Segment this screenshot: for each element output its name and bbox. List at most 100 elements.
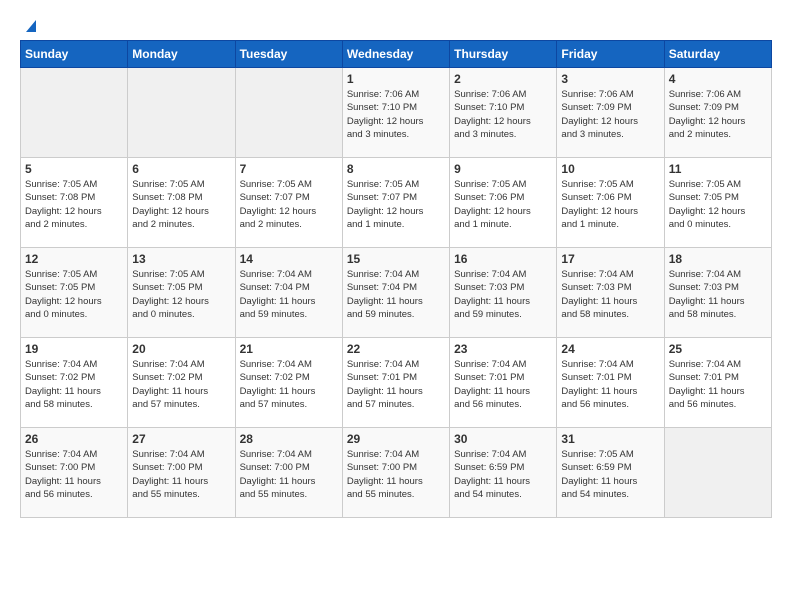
week-row-5: 26Sunrise: 7:04 AM Sunset: 7:00 PM Dayli… [21,428,772,518]
dow-header-sunday: Sunday [21,41,128,68]
calendar-cell: 17 Sunrise: 7:04 AM Sunset: 7:03 PM Dayli… [557,248,664,338]
calendar-cell: 14Sunrise: 7:04 AM Sunset: 7:04 PM Dayli… [235,248,342,338]
day-info: Sunrise: 7:05 AM Sunset: 7:05 PM Dayligh… [132,268,230,321]
day-number: 21 [240,342,338,356]
calendar-cell [664,428,771,518]
logo [20,20,40,30]
day-info: Sunrise: 7:06 AM Sunset: 7:10 PM Dayligh… [347,88,445,141]
calendar-cell: 28 Sunrise: 7:04 AM Sunset: 7:00 PM Dayli… [235,428,342,518]
day-info: Sunrise: 7:04 AM Sunset: 7:03 PM Dayligh… [561,268,659,321]
dow-header-monday: Monday [128,41,235,68]
day-number: 15 [347,252,445,266]
day-info: Sunrise: 7:04 AM Sunset: 7:01 PM Dayligh… [454,358,552,411]
day-number: 30 [454,432,552,446]
calendar-cell: 5Sunrise: 7:05 AM Sunset: 7:08 PM Daylig… [21,158,128,248]
day-number: 1 [347,72,445,86]
day-number: 7 [240,162,338,176]
day-number: 25 [669,342,767,356]
week-row-2: 5Sunrise: 7:05 AM Sunset: 7:08 PM Daylig… [21,158,772,248]
day-info: Sunrise: 7:04 AM Sunset: 7:03 PM Dayligh… [454,268,552,321]
calendar-cell: 29 Sunrise: 7:04 AM Sunset: 7:00 PM Dayli… [342,428,449,518]
day-number: 23 [454,342,552,356]
calendar-cell: 6 Sunrise: 7:05 AM Sunset: 7:08 PM Daylig… [128,158,235,248]
day-info: Sunrise: 7:04 AM Sunset: 7:00 PM Dayligh… [347,448,445,501]
calendar-cell: 21 Sunrise: 7:04 AM Sunset: 7:02 PM Dayli… [235,338,342,428]
day-info: Sunrise: 7:05 AM Sunset: 7:07 PM Dayligh… [347,178,445,231]
day-info: Sunrise: 7:05 AM Sunset: 7:07 PM Dayligh… [240,178,338,231]
day-number: 19 [25,342,123,356]
calendar-body: 1 Sunrise: 7:06 AM Sunset: 7:10 PM Daylig… [21,68,772,518]
calendar-cell: 23 Sunrise: 7:04 AM Sunset: 7:01 PM Dayli… [450,338,557,428]
day-number: 28 [240,432,338,446]
calendar-cell: 25 Sunrise: 7:04 AM Sunset: 7:01 PM Dayli… [664,338,771,428]
day-info: Sunrise: 7:04 AM Sunset: 7:02 PM Dayligh… [25,358,123,411]
day-info: Sunrise: 7:04 AM Sunset: 7:02 PM Dayligh… [132,358,230,411]
dow-header-saturday: Saturday [664,41,771,68]
week-row-1: 1 Sunrise: 7:06 AM Sunset: 7:10 PM Daylig… [21,68,772,158]
calendar-cell: 2 Sunrise: 7:06 AM Sunset: 7:10 PM Daylig… [450,68,557,158]
calendar-cell: 9 Sunrise: 7:05 AM Sunset: 7:06 PM Daylig… [450,158,557,248]
day-info: Sunrise: 7:06 AM Sunset: 7:09 PM Dayligh… [669,88,767,141]
day-number: 3 [561,72,659,86]
dow-header-tuesday: Tuesday [235,41,342,68]
day-number: 18 [669,252,767,266]
calendar-cell: 26Sunrise: 7:04 AM Sunset: 7:00 PM Dayli… [21,428,128,518]
calendar-cell: 20 Sunrise: 7:04 AM Sunset: 7:02 PM Dayli… [128,338,235,428]
logo-icon [22,16,40,34]
day-info: Sunrise: 7:05 AM Sunset: 7:08 PM Dayligh… [132,178,230,231]
day-info: Sunrise: 7:04 AM Sunset: 7:01 PM Dayligh… [669,358,767,411]
day-info: Sunrise: 7:05 AM Sunset: 6:59 PM Dayligh… [561,448,659,501]
calendar-cell: 30 Sunrise: 7:04 AM Sunset: 6:59 PM Dayli… [450,428,557,518]
day-number: 11 [669,162,767,176]
day-info: Sunrise: 7:04 AM Sunset: 7:03 PM Dayligh… [669,268,767,321]
day-info: Sunrise: 7:04 AM Sunset: 7:01 PM Dayligh… [561,358,659,411]
calendar-cell [235,68,342,158]
calendar-cell: 18 Sunrise: 7:04 AM Sunset: 7:03 PM Dayli… [664,248,771,338]
day-info: Sunrise: 7:04 AM Sunset: 7:00 PM Dayligh… [240,448,338,501]
day-number: 24 [561,342,659,356]
day-number: 9 [454,162,552,176]
day-info: Sunrise: 7:04 AM Sunset: 7:02 PM Dayligh… [240,358,338,411]
day-number: 17 [561,252,659,266]
calendar-cell: 15 Sunrise: 7:04 AM Sunset: 7:04 PM Dayli… [342,248,449,338]
day-number: 12 [25,252,123,266]
calendar-cell: 7 Sunrise: 7:05 AM Sunset: 7:07 PM Daylig… [235,158,342,248]
day-info: Sunrise: 7:05 AM Sunset: 7:06 PM Dayligh… [454,178,552,231]
calendar-cell: 24 Sunrise: 7:04 AM Sunset: 7:01 PM Dayli… [557,338,664,428]
day-number: 20 [132,342,230,356]
calendar-cell: 10Sunrise: 7:05 AM Sunset: 7:06 PM Dayli… [557,158,664,248]
day-info: Sunrise: 7:06 AM Sunset: 7:10 PM Dayligh… [454,88,552,141]
calendar-cell: 16 Sunrise: 7:04 AM Sunset: 7:03 PM Dayli… [450,248,557,338]
day-number: 13 [132,252,230,266]
day-number: 6 [132,162,230,176]
calendar-cell: 27Sunrise: 7:04 AM Sunset: 7:00 PM Dayli… [128,428,235,518]
day-number: 4 [669,72,767,86]
dow-header-friday: Friday [557,41,664,68]
calendar-cell: 8Sunrise: 7:05 AM Sunset: 7:07 PM Daylig… [342,158,449,248]
calendar-cell: 11 Sunrise: 7:05 AM Sunset: 7:05 PM Dayli… [664,158,771,248]
day-number: 29 [347,432,445,446]
calendar-cell: 22 Sunrise: 7:04 AM Sunset: 7:01 PM Dayli… [342,338,449,428]
day-number: 2 [454,72,552,86]
day-info: Sunrise: 7:05 AM Sunset: 7:06 PM Dayligh… [561,178,659,231]
day-info: Sunrise: 7:06 AM Sunset: 7:09 PM Dayligh… [561,88,659,141]
day-number: 16 [454,252,552,266]
day-info: Sunrise: 7:05 AM Sunset: 7:05 PM Dayligh… [669,178,767,231]
calendar-cell: 12 Sunrise: 7:05 AM Sunset: 7:05 PM Dayli… [21,248,128,338]
calendar-cell: 19 Sunrise: 7:04 AM Sunset: 7:02 PM Dayli… [21,338,128,428]
days-of-week-row: SundayMondayTuesdayWednesdayThursdayFrid… [21,41,772,68]
page-header [20,20,772,30]
day-info: Sunrise: 7:04 AM Sunset: 6:59 PM Dayligh… [454,448,552,501]
day-info: Sunrise: 7:04 AM Sunset: 7:04 PM Dayligh… [347,268,445,321]
day-info: Sunrise: 7:05 AM Sunset: 7:05 PM Dayligh… [25,268,123,321]
dow-header-thursday: Thursday [450,41,557,68]
calendar-cell: 4 Sunrise: 7:06 AM Sunset: 7:09 PM Daylig… [664,68,771,158]
day-number: 22 [347,342,445,356]
calendar-cell: 3 Sunrise: 7:06 AM Sunset: 7:09 PM Daylig… [557,68,664,158]
week-row-3: 12 Sunrise: 7:05 AM Sunset: 7:05 PM Dayli… [21,248,772,338]
day-number: 27 [132,432,230,446]
day-info: Sunrise: 7:04 AM Sunset: 7:01 PM Dayligh… [347,358,445,411]
day-number: 14 [240,252,338,266]
calendar-cell [21,68,128,158]
calendar-cell: 31Sunrise: 7:05 AM Sunset: 6:59 PM Dayli… [557,428,664,518]
